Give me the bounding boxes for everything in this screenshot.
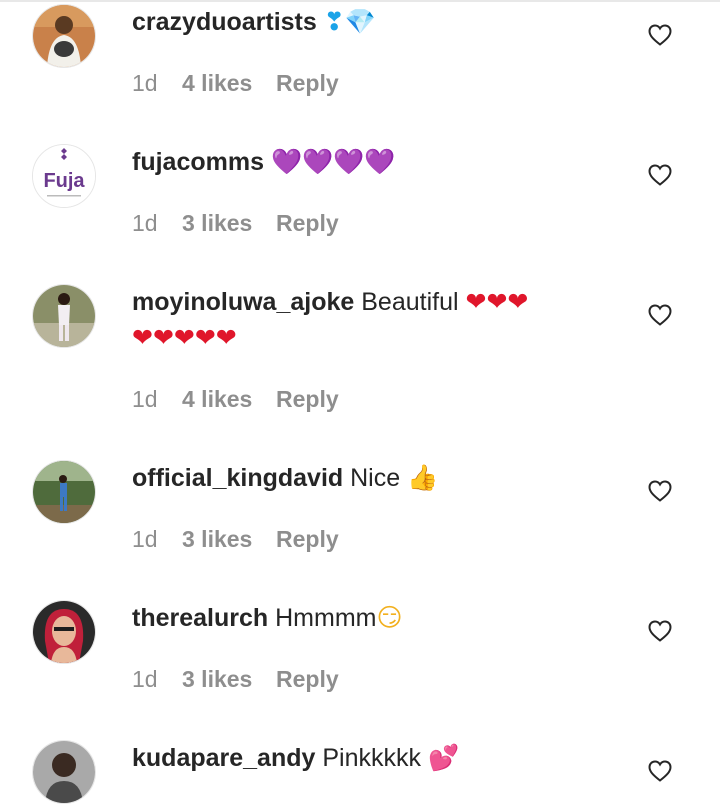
- avatar-photo-icon: [33, 601, 95, 663]
- comment-likes[interactable]: 3 likes: [182, 208, 276, 238]
- heart-outline-icon[interactable]: [648, 304, 672, 326]
- avatar[interactable]: [32, 4, 96, 68]
- comment-username[interactable]: fujacomms: [132, 148, 264, 176]
- comment-time: 1d: [132, 666, 158, 692]
- comment-likes[interactable]: 4 likes: [182, 68, 276, 98]
- reply-button[interactable]: Reply: [276, 524, 339, 554]
- avatar[interactable]: [32, 740, 96, 804]
- reply-button[interactable]: Reply: [276, 208, 339, 238]
- comment-text: fujacomms 💜💜💜💜: [132, 144, 612, 180]
- comment-emoji-line2: ❤❤❤❤❤: [132, 323, 237, 352]
- comment-body: Pinkkkkk: [322, 744, 422, 772]
- comment-username[interactable]: kudapare_andy: [132, 744, 315, 772]
- comment-emoji: 💜💜💜💜: [270, 147, 396, 176]
- comment-username[interactable]: official_kingdavid: [132, 464, 343, 492]
- comment-meta: 1d 3 likes Reply: [132, 524, 339, 554]
- avatar-photo-icon: [33, 5, 95, 67]
- comment-likes[interactable]: 4 likes: [182, 384, 276, 414]
- avatar[interactable]: [32, 600, 96, 664]
- heart-outline-icon[interactable]: [648, 620, 672, 642]
- comment-likes[interactable]: 3 likes: [182, 524, 276, 554]
- heart-outline-icon[interactable]: [648, 760, 672, 782]
- comment-text: crazyduoartists ❣💎: [132, 4, 612, 40]
- comment-emoji: 😏: [376, 603, 403, 632]
- comment-text: moyinoluwa_ajoke Beautiful ❤❤❤ ❤❤❤❤❤: [132, 284, 612, 356]
- comment-text: therealurch Hmmmm😏: [132, 600, 612, 636]
- avatar-photo-icon: [33, 285, 95, 347]
- heart-outline-icon[interactable]: [648, 164, 672, 186]
- comment-time: 1d: [132, 526, 158, 552]
- comment-emoji: 💕: [427, 743, 460, 772]
- divider: [0, 0, 720, 2]
- comment-body: Nice: [350, 464, 401, 492]
- comment-time: 1d: [132, 210, 158, 236]
- comment-emoji: ❣💎: [323, 7, 376, 36]
- avatar-photo-icon: [33, 741, 95, 803]
- avatar[interactable]: Fuja: [32, 144, 96, 208]
- avatar-photo-icon: [33, 461, 95, 523]
- avatar[interactable]: [32, 284, 96, 348]
- comment-meta: 1d 4 likes Reply: [132, 384, 339, 414]
- comment-body: Beautiful: [361, 288, 459, 316]
- comment-likes[interactable]: 3 likes: [182, 664, 276, 694]
- comment-body: Hmmmm: [275, 604, 377, 632]
- comment-text: kudapare_andy Pinkkkkk 💕: [132, 740, 612, 776]
- fuja-logo-text: Fuja: [43, 170, 85, 192]
- reply-button[interactable]: Reply: [276, 664, 339, 694]
- comment-time: 1d: [132, 70, 158, 96]
- comment-username[interactable]: therealurch: [132, 604, 268, 632]
- avatar[interactable]: [32, 460, 96, 524]
- reply-button[interactable]: Reply: [276, 384, 339, 414]
- comment-meta: 1d 3 likes Reply: [132, 664, 339, 694]
- comment-username[interactable]: moyinoluwa_ajoke: [132, 288, 354, 316]
- comment-time: 1d: [132, 386, 158, 412]
- comment-text: official_kingdavid Nice 👍: [132, 460, 612, 496]
- comment-username[interactable]: crazyduoartists: [132, 8, 317, 36]
- reply-button[interactable]: Reply: [276, 68, 339, 98]
- heart-outline-icon[interactable]: [648, 24, 672, 46]
- comment-emoji: 👍: [407, 463, 439, 492]
- comment-emoji: ❤❤❤: [465, 287, 529, 316]
- fuja-logo: Fuja: [33, 145, 95, 207]
- comment-meta: 1d 3 likes Reply: [132, 208, 339, 238]
- comment-meta: 1d 4 likes Reply: [132, 68, 339, 98]
- heart-outline-icon[interactable]: [648, 480, 672, 502]
